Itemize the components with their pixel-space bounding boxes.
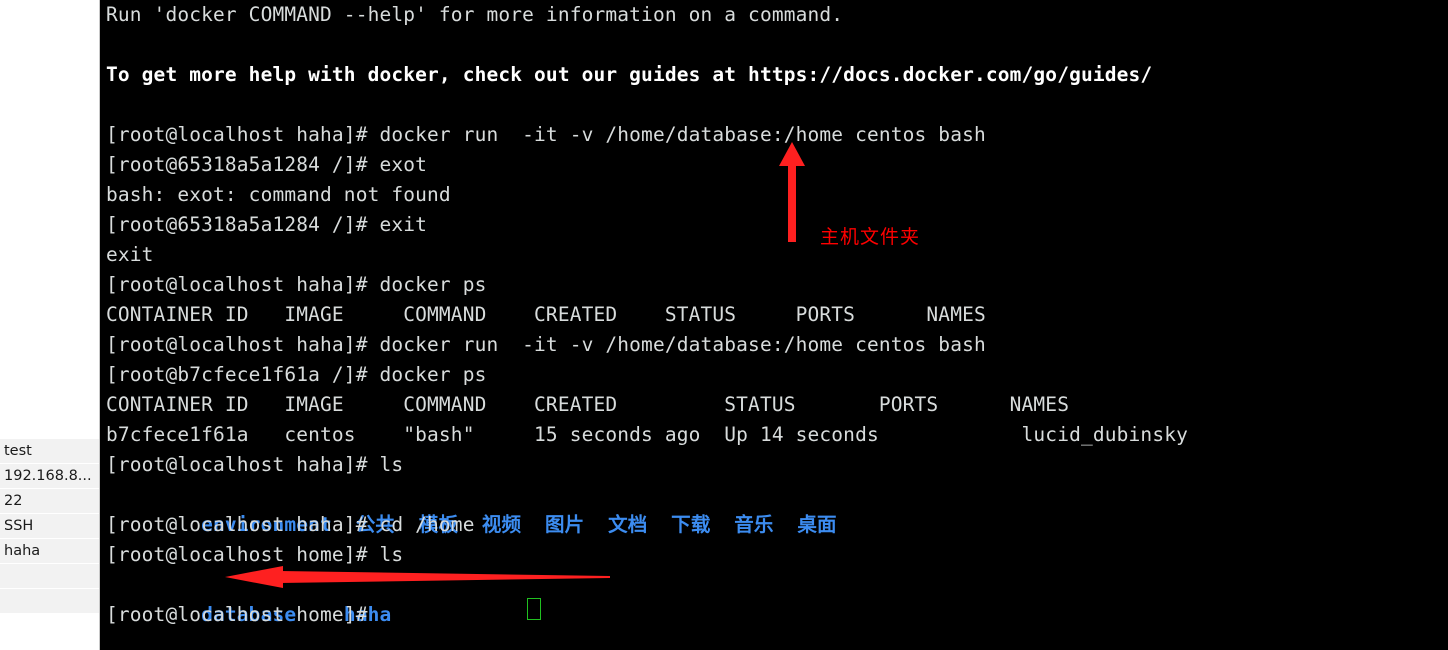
terminal-line-error: bash: exot: command not found (106, 183, 451, 206)
ls-entry-shipin: 视频 (481, 513, 522, 536)
terminal-line-ls-home-cmd: [root@localhost haha]# ls (106, 453, 404, 476)
session-list[interactable]: test 192.168.8... 22 SSH haha (0, 438, 99, 614)
terminal-line-ps-row: b7cfece1f61a centos "bash" 15 seconds ag… (106, 423, 1188, 446)
session-row-port[interactable]: 22 (0, 489, 99, 514)
terminal-line-ls-db-out: database haha (106, 570, 1448, 626)
terminal-line-ls-db-cmd: [root@localhost home]# ls (106, 543, 404, 566)
session-row-blank-2[interactable] (0, 589, 99, 614)
terminal-line-ps-header-2: CONTAINER ID IMAGE COMMAND CREATED STATU… (106, 393, 1070, 416)
session-panel: test 192.168.8... 22 SSH haha (0, 0, 100, 650)
terminal-line-ps-header-1: CONTAINER ID IMAGE COMMAND CREATED STATU… (106, 303, 986, 326)
session-row-protocol[interactable]: SSH (0, 514, 99, 539)
ls-entry-yinyue: 音乐 (734, 513, 774, 536)
terminal-line-docker-run-2: [root@localhost haha]# docker run -it -v… (106, 333, 986, 356)
screen-root: test 192.168.8... 22 SSH haha Run 'docke… (0, 0, 1448, 650)
terminal-line-docker-ps-1: [root@localhost haha]# docker ps (106, 273, 487, 296)
terminal-line-exit-out: exit (106, 243, 154, 266)
terminal-line-guides: To get more help with docker, check out … (106, 63, 1153, 86)
terminal-output: Run 'docker COMMAND --help' for more inf… (106, 0, 1448, 630)
session-row-user[interactable]: haha (0, 539, 99, 564)
ls-entry-xiazai: 下载 (671, 513, 711, 536)
terminal-window[interactable]: Run 'docker COMMAND --help' for more inf… (100, 0, 1448, 650)
terminal-line-exit-cmd: [root@65318a5a1284 /]# exit (106, 213, 428, 236)
terminal-line-exot: [root@65318a5a1284 /]# exot (106, 153, 428, 176)
terminal-line-ls-home-out: environment 公共 模板 视频 图片 文档 下载 音乐 桌面 (106, 480, 1448, 536)
terminal-line-final-prompt: [root@localhost home]# (106, 603, 380, 626)
terminal-line: Run 'docker COMMAND --help' for more inf… (106, 3, 844, 26)
session-row-host[interactable]: 192.168.8... (0, 464, 99, 489)
ls-entry-zhuomian: 桌面 (797, 513, 837, 536)
ls-entry-wendang: 文档 (608, 513, 648, 536)
session-row-blank-1[interactable] (0, 564, 99, 589)
ls-entry-tupian: 图片 (544, 513, 585, 536)
terminal-cursor (527, 598, 541, 620)
terminal-line-docker-ps-2: [root@b7cfece1f61a /]# docker ps (106, 363, 487, 386)
terminal-line-docker-run-1: [root@localhost haha]# docker run -it -v… (106, 123, 986, 146)
session-row-name[interactable]: test (0, 439, 99, 464)
